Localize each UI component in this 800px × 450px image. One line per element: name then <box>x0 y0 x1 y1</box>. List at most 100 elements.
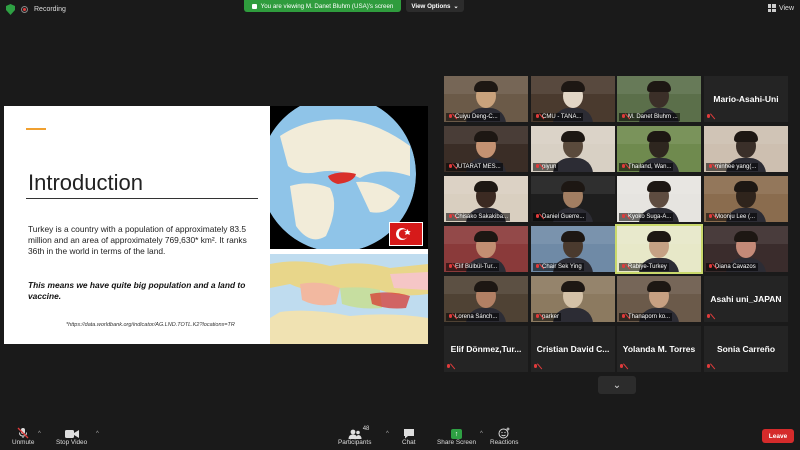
participant-tile[interactable]: Rabiye-Turkey <box>615 224 703 274</box>
participant-name: parker <box>542 314 560 320</box>
security-shield-icon[interactable] <box>6 4 15 15</box>
video-options-caret-icon[interactable]: ^ <box>96 431 99 437</box>
muted-mic-icon <box>448 264 453 270</box>
participant-tile[interactable]: Yolanda M. Torres <box>617 326 701 372</box>
participant-video-hair <box>561 181 585 192</box>
participant-tile[interactable]: minhee yang(... <box>704 126 788 172</box>
slide-emphasis-text: This means we have quite big population … <box>28 280 246 301</box>
participant-tile[interactable]: Diana Cavazos <box>704 226 788 272</box>
screen-share-icon <box>251 3 257 9</box>
gallery-next-page-button[interactable]: ⌄ <box>598 376 636 394</box>
participant-name: Thailand, Wan... <box>628 164 672 170</box>
participant-video-hair <box>647 281 671 292</box>
participant-tile[interactable]: CMU - TANA... <box>531 76 615 122</box>
muted-mic-icon <box>448 314 453 320</box>
chat-button[interactable]: Chat <box>402 426 416 446</box>
participant-video-hair <box>474 181 498 192</box>
participant-tile[interactable]: Chair Sek Ying <box>531 226 615 272</box>
participant-tile[interactable]: Daniel Guerre... <box>531 176 615 222</box>
europe-map-image <box>270 254 428 344</box>
muted-mic-icon <box>448 164 453 170</box>
participant-tile[interactable]: piyun <box>531 126 615 172</box>
participant-name-label: Rabiye-Turkey <box>619 263 669 271</box>
stop-video-button[interactable]: Stop Video <box>56 426 87 446</box>
muted-mic-icon <box>621 264 626 270</box>
muted-mic-icon <box>706 314 711 320</box>
participant-tile[interactable]: Chisako Sakakiba... <box>444 176 528 222</box>
view-options-button[interactable]: View Options ⌄ <box>406 0 464 12</box>
participant-tile[interactable]: JUTARAT MES... <box>444 126 528 172</box>
leave-button[interactable]: Leave <box>762 429 794 443</box>
participant-tile[interactable]: Moonju Lee (... <box>704 176 788 222</box>
audio-options-caret-icon[interactable]: ^ <box>38 431 41 437</box>
share-screen-button[interactable]: ↑ Share Screen <box>437 426 476 446</box>
view-options-label: View Options <box>411 2 451 10</box>
chat-label: Chat <box>402 439 416 446</box>
participant-name: minhee yang(... <box>715 164 757 170</box>
participant-name-label: Kyoko Suga-A... <box>619 213 674 221</box>
view-button[interactable]: View <box>767 4 794 12</box>
participant-name: M. Danet Bluhm ... <box>628 114 678 120</box>
participant-tile[interactable]: Thanaporn ko... <box>617 276 701 322</box>
participant-name-label: Chair Sek Ying <box>533 263 584 271</box>
muted-mic-icon <box>708 264 713 270</box>
participant-tile[interactable]: Lorena Sánch... <box>444 276 528 322</box>
slide-body-text: Turkey is a country with a population of… <box>28 224 247 256</box>
muted-mic-icon <box>535 164 540 170</box>
muted-mic-icon <box>706 364 711 370</box>
participant-name-label: Thailand, Wan... <box>619 163 674 171</box>
participants-button[interactable]: 48 Participants <box>338 426 371 446</box>
slide-title: Introduction <box>28 170 143 195</box>
reactions-button[interactable]: Reactions <box>490 426 518 446</box>
participant-tile[interactable]: parker <box>531 276 615 322</box>
participant-tile[interactable]: M. Danet Bluhm ... <box>617 76 701 122</box>
participant-name-label: Lorena Sánch... <box>446 313 500 321</box>
participant-video-hair <box>561 281 585 292</box>
participant-tile[interactable]: Asahi uni_JAPAN <box>704 276 788 322</box>
muted-mic-icon <box>533 364 538 370</box>
participant-video-hair <box>647 181 671 192</box>
participant-video-hair <box>734 231 758 242</box>
participant-name: Thanaporn ko... <box>628 314 671 320</box>
meeting-toolbar: Unmute ^ Stop Video ^ 48 Participants ^ … <box>0 424 800 450</box>
participant-tile[interactable]: Cuiyu Deng-C... <box>444 76 528 122</box>
unmute-button[interactable]: Unmute <box>12 426 34 446</box>
participant-video-hair <box>561 81 585 92</box>
viewing-share-banner: You are viewing M. Danet Bluhm (USA)'s s… <box>244 0 401 12</box>
participant-tile[interactable]: Mario-Asahi-Uni <box>704 76 788 122</box>
participant-name-label: piyun <box>533 163 559 171</box>
turkey-flag-icon <box>389 222 423 246</box>
share-options-caret-icon[interactable]: ^ <box>480 431 483 437</box>
participant-name: Chair Sek Ying <box>542 264 582 270</box>
accent-line <box>26 128 46 130</box>
participants-caret-icon[interactable]: ^ <box>386 431 389 437</box>
participant-name-label: parker <box>533 313 562 321</box>
participant-name: Asahi uni_JAPAN <box>710 294 782 304</box>
participant-video-body <box>553 158 593 172</box>
recording-label: Recording <box>34 6 66 13</box>
participant-video-hair <box>474 81 498 92</box>
muted-mic-icon <box>535 214 540 220</box>
participant-name: Elif Bülbül-Tur... <box>455 264 498 270</box>
participant-tile[interactable]: Thailand, Wan... <box>617 126 701 172</box>
participant-name: CMU - TANA... <box>542 114 582 120</box>
participant-tile[interactable]: Elif Bülbül-Tur... <box>444 226 528 272</box>
muted-mic-icon <box>708 214 713 220</box>
share-screen-label: Share Screen <box>437 439 477 446</box>
participant-tile[interactable]: Sonia Carreño <box>704 326 788 372</box>
participant-tile[interactable]: Kyoko Suga-A... <box>617 176 701 222</box>
participant-name-label: Thanaporn ko... <box>619 313 673 321</box>
participant-tile[interactable]: Elif Dönmez,Tur... <box>444 326 528 372</box>
participant-name-label: Chisako Sakakiba... <box>446 213 511 221</box>
muted-mic-icon <box>708 164 713 170</box>
participant-name-label: Moonju Lee (... <box>706 213 758 221</box>
participant-tile[interactable]: Cristian David C... <box>531 326 615 372</box>
participants-icon: 48 <box>348 426 369 439</box>
reactions-label: Reactions <box>490 439 519 446</box>
participant-name-label: JUTARAT MES... <box>446 163 503 171</box>
participant-name-label: Elif Bülbül-Tur... <box>446 263 500 271</box>
participants-count: 48 <box>362 426 370 432</box>
top-bar: Recording You are viewing M. Danet Bluhm… <box>0 0 800 20</box>
participant-video-hair <box>647 231 671 242</box>
participant-video-hair <box>474 231 498 242</box>
